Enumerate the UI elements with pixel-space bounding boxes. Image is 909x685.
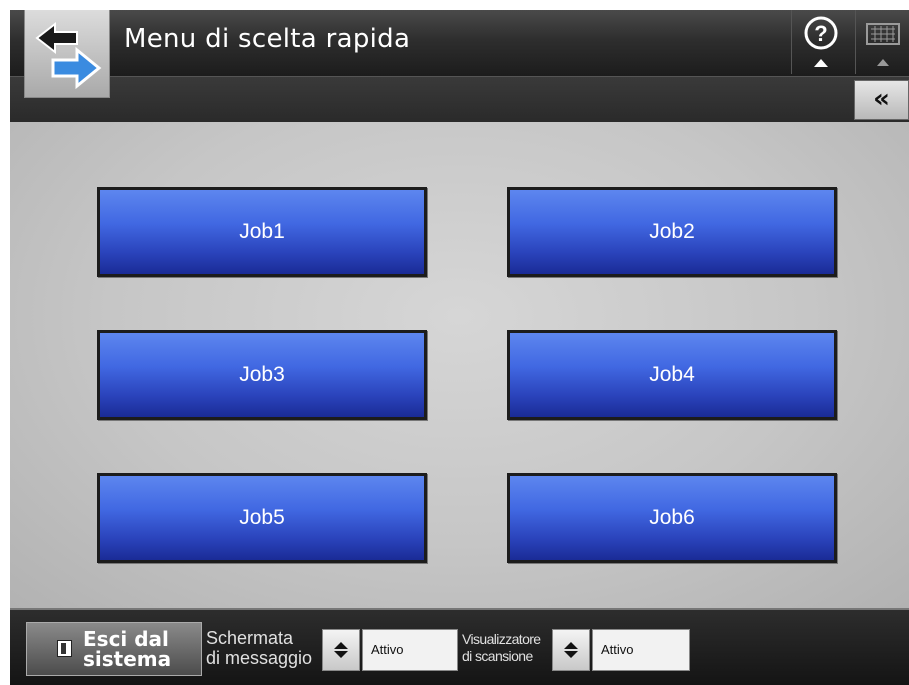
up-down-arrows-icon [334, 642, 348, 658]
door-icon [57, 640, 72, 657]
message-screen-label-line1: Schermata [206, 628, 294, 648]
back-button[interactable] [24, 10, 110, 98]
job2-button[interactable]: Job2 [507, 187, 837, 277]
message-screen-toggle[interactable] [322, 629, 360, 671]
message-screen-label-line2: di messaggio [206, 648, 313, 668]
svg-text:?: ? [814, 21, 827, 46]
scan-viewer-label-line2: di scansione [462, 648, 533, 664]
page-title: Menu di scelta rapida [124, 24, 411, 54]
scan-viewer-value: Attivo [592, 629, 690, 671]
footer: Esci dal sistema Schermata di messaggio … [10, 608, 909, 685]
scan-viewer-toggle[interactable] [552, 629, 590, 671]
back-forward-arrows-icon [35, 21, 102, 90]
scan-viewer-label-line1: Visualizzatore [462, 631, 541, 647]
message-screen-value: Attivo [362, 629, 458, 671]
help-icon: ? [804, 16, 838, 67]
job3-button[interactable]: Job3 [97, 330, 427, 420]
scan-viewer-label: Visualizzatore di scansione [462, 631, 541, 665]
job1-button[interactable]: Job1 [97, 187, 427, 277]
keyboard-icon [866, 23, 900, 66]
job6-button[interactable]: Job6 [507, 473, 837, 563]
job4-button[interactable]: Job4 [507, 330, 837, 420]
collapse-button[interactable]: « [854, 80, 909, 120]
app-window: Menu di scelta rapida ? « Job1 Job2 Job3… [10, 10, 909, 685]
logout-label: Esci dal sistema [83, 629, 171, 669]
header: Menu di scelta rapida ? « [10, 10, 909, 122]
logout-button[interactable]: Esci dal sistema [26, 622, 202, 676]
logout-label-line2: sistema [83, 647, 172, 671]
keyboard-button[interactable] [855, 10, 909, 74]
job5-button[interactable]: Job5 [97, 473, 427, 563]
up-down-arrows-icon [564, 642, 578, 658]
message-screen-label: Schermata di messaggio [206, 628, 312, 668]
help-button[interactable]: ? [791, 10, 851, 74]
shortcut-menu: Job1 Job2 Job3 Job4 Job5 Job6 [10, 122, 909, 608]
sub-toolbar [10, 76, 909, 122]
